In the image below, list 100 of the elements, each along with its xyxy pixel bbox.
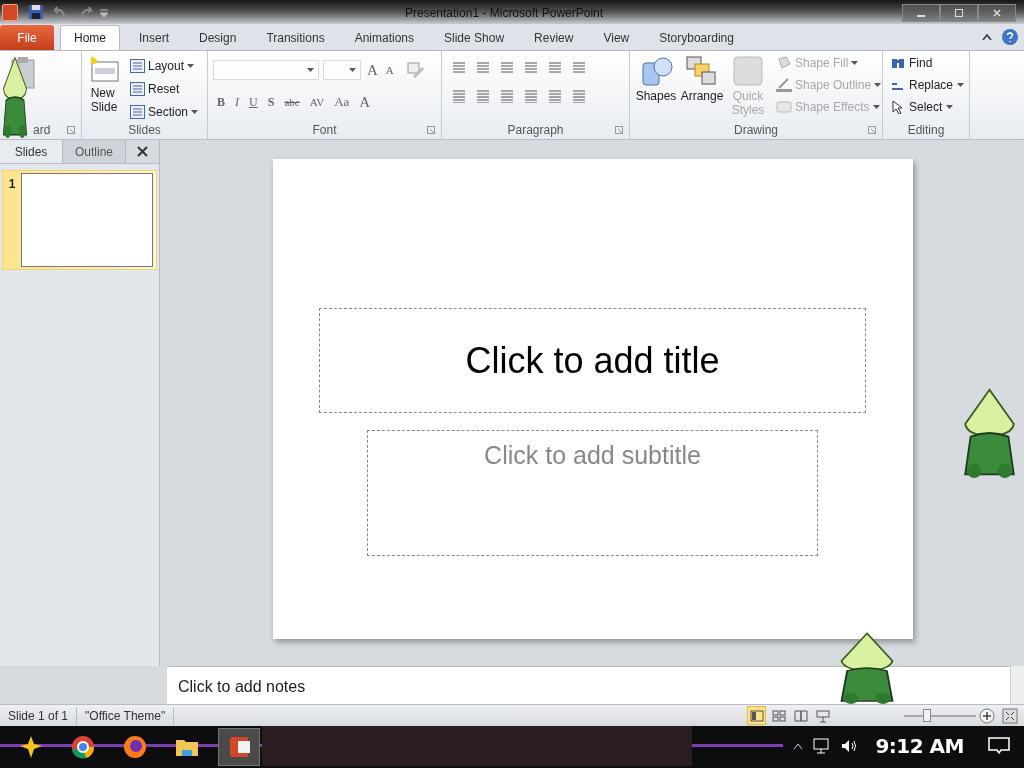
subtitle-placeholder[interactable]: Click to add subtitle [367,430,818,556]
star-icon [18,734,44,760]
window-title: Presentation1 - Microsoft PowerPoint [405,5,604,22]
slider-thumb[interactable] [923,709,932,722]
shape-effects-icon [776,100,792,114]
columns-icon [548,89,562,103]
file-tab[interactable]: File [0,25,54,50]
title-placeholder[interactable]: Click to add title [319,308,866,413]
ribbon-button[interactable]: Layout [130,57,199,75]
format-button[interactable]: U [245,92,262,111]
format-button[interactable]: abc [280,93,304,110]
dropdown-caret-icon [957,83,965,87]
show-hidden-icons-icon [793,743,804,749]
customize-toolbar-icon [100,7,108,17]
arrange-icon [685,55,719,87]
ribbon-button[interactable]: Arrange [680,89,724,103]
ribbon-tab[interactable]: Design [188,25,248,50]
format-button[interactable]: AV [305,93,329,110]
ribbon-button[interactable]: Section [130,103,199,121]
projector-icon [814,707,831,724]
dropdown-caret-icon [946,105,954,109]
ribbon-tab[interactable]: Transitions [255,25,336,50]
shrink-font-button[interactable]: A [383,62,396,79]
close-icon [137,146,148,157]
ribbon-button[interactable]: Find [909,54,933,72]
align-right-icon [500,89,514,103]
close-button[interactable] [978,4,1016,22]
taskbar-app[interactable] [218,728,260,766]
maximize-icon [955,9,963,17]
view-button[interactable] [747,706,766,725]
ribbon-button[interactable]: Reset [130,80,199,98]
ribbon-button[interactable]: Select [909,98,943,116]
dropdown-caret-icon [191,110,199,114]
zoom-slider[interactable] [904,708,976,723]
font-size-field[interactable] [323,60,361,81]
slide-number: 1 [7,176,17,193]
format-button[interactable]: A [355,90,375,113]
ribbon-tab[interactable]: Insert [128,25,181,50]
font-name-field[interactable] [213,60,319,81]
eraser-icon [405,62,424,79]
align-center-icon [476,89,490,103]
align-text-icon [572,89,586,103]
status-text: "Office Theme" [77,706,175,725]
book-icon [792,707,809,724]
minimize-button[interactable] [902,4,940,22]
slide-thumbnail[interactable]: 1 [2,170,157,270]
ribbon-tab[interactable]: Slide Show [433,25,516,50]
line-spacing-icon [548,61,562,75]
text-direction-icon [572,61,586,75]
ribbon-tab[interactable]: View [592,25,641,50]
align-left-icon [452,89,466,103]
clock: 9:12 AM [875,733,964,760]
grid-view-icon [770,707,787,724]
dropdown-caret-icon [872,105,880,109]
group-label: Slides [128,122,161,139]
pane-tab[interactable]: Outline [63,140,126,163]
save-icon [28,4,44,20]
slide-layout-icon [130,82,145,96]
dropdown-caret-icon [874,83,882,87]
app-logo-icon [2,3,18,21]
new-slide-icon [89,56,119,82]
increase-indent-icon [524,61,538,75]
help-icon [1002,29,1018,45]
dropdown-caret-icon [349,68,356,73]
format-button[interactable]: S [263,92,279,111]
grow-font-button[interactable]: A [365,59,380,82]
notes-field[interactable]: Click to add notes [167,666,1010,704]
group-label: Font [312,122,337,139]
close-icon [993,9,1001,17]
ribbon-tab[interactable]: Animations [343,25,425,50]
format-button[interactable]: I [231,92,243,111]
format-button[interactable]: Aa [330,92,354,112]
ribbon-button[interactable]: Shapes [635,89,677,103]
quick-styles-icon [731,55,765,87]
network-icon [813,738,832,754]
new-slide-button[interactable]: New Slide [90,86,118,114]
ribbon-tab[interactable]: Review [523,25,585,50]
ribbon-tab[interactable]: Storyboarding [648,25,745,50]
scrollbar[interactable] [1010,666,1024,704]
notification-icon [988,737,1010,755]
maximize-button[interactable] [940,4,978,22]
group-label: Drawing [734,122,778,139]
justify-icon [524,89,538,103]
paint-bucket-icon [776,56,792,70]
pencil-icon [776,78,792,92]
numbering-icon [476,61,490,75]
ribbon-tab[interactable]: Home [60,25,120,50]
dropdown-caret-icon [307,68,314,73]
decrease-indent-icon [500,61,514,75]
dialog-launcher-icon [67,126,75,134]
pane-tab[interactable]: Slides [0,140,63,163]
dropdown-caret-icon [187,64,195,68]
group-label: Paragraph [507,122,564,139]
dialog-launcher-icon [868,126,876,134]
group-label: Editing [907,122,945,139]
dialog-launcher-icon [427,126,435,134]
format-button[interactable]: B [213,92,229,111]
collapse-ribbon-icon [982,34,992,40]
ribbon-button[interactable]: Replace [909,76,954,94]
fit-to-window-icon [1002,708,1018,724]
